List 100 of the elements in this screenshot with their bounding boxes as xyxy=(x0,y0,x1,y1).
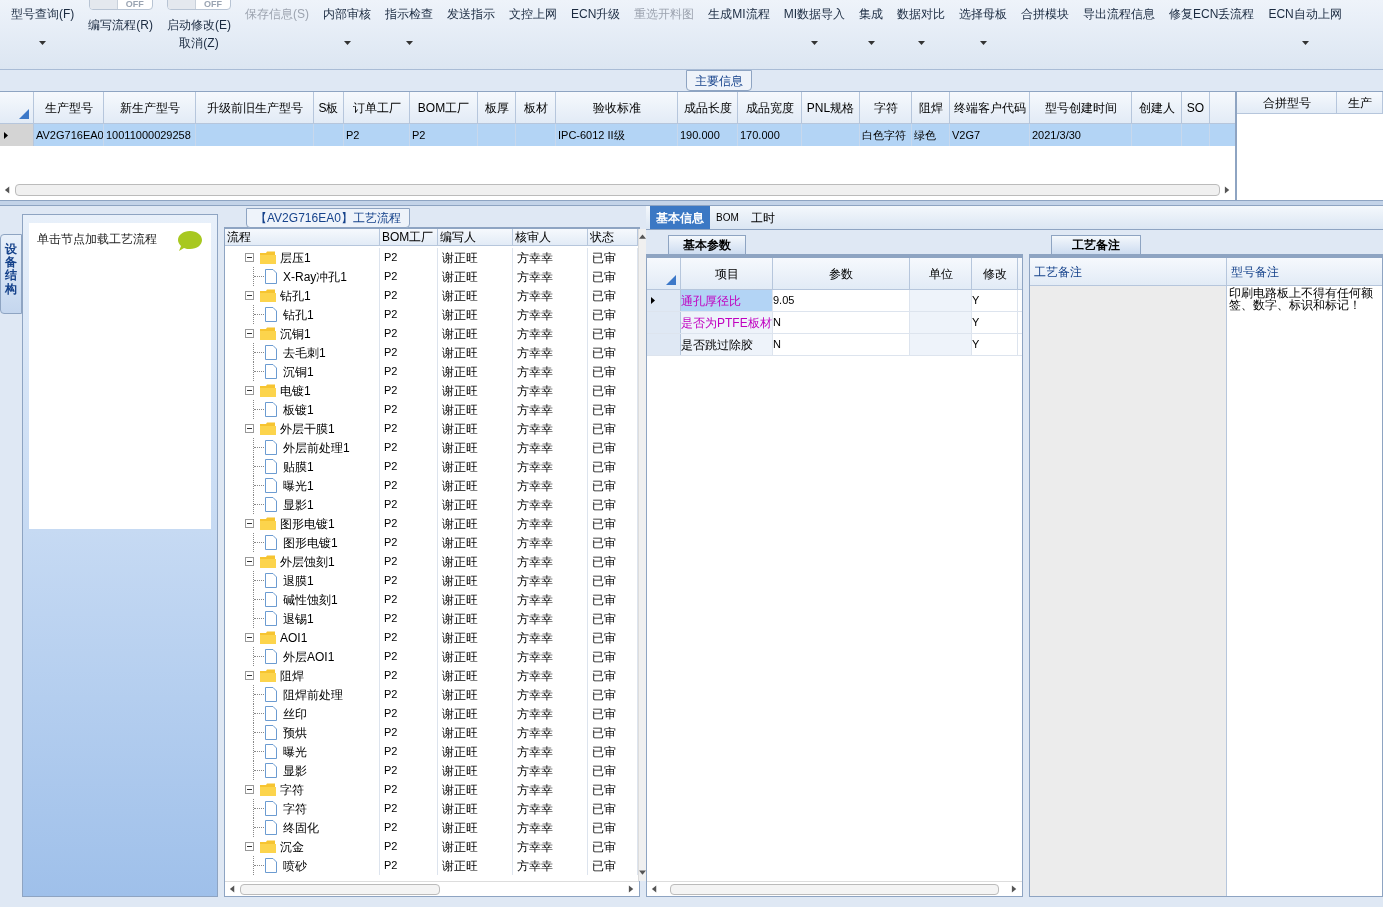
column-header[interactable]: 升级前旧生产型号 xyxy=(196,92,314,123)
tree-node[interactable]: 电镀1 xyxy=(280,381,311,400)
toolbar-button[interactable]: 合拼模块 xyxy=(1021,5,1070,23)
collapse-icon[interactable] xyxy=(245,424,254,433)
section-tab[interactable]: 主要信息 xyxy=(686,70,752,91)
tab[interactable]: 工时 xyxy=(744,206,781,229)
column-header[interactable]: 终端客户代码 xyxy=(950,92,1030,123)
tree-node[interactable]: 外层干膜1 xyxy=(280,419,335,438)
tree-node[interactable]: 板镀1 xyxy=(283,400,314,419)
tree-node[interactable]: 曝光 xyxy=(283,742,307,761)
column-header[interactable]: 验收标准 xyxy=(556,92,678,123)
caret-icon[interactable] xyxy=(343,41,351,45)
tree-node[interactable]: 碱性蚀刻1 xyxy=(283,590,338,609)
toolbar-button[interactable]: MI数据导入 xyxy=(783,5,846,23)
toolbar-button[interactable]: 集成 xyxy=(859,5,884,23)
caret-icon[interactable] xyxy=(979,41,987,45)
column-header[interactable]: 字符 xyxy=(860,92,912,123)
toolbar-button[interactable]: 内部审核 xyxy=(323,5,371,23)
tree-node[interactable]: 钻孔1 xyxy=(280,286,311,305)
column-header[interactable]: 合拼型号 xyxy=(1237,92,1337,113)
collapse-icon[interactable] xyxy=(245,519,254,528)
toolbar-button[interactable]: ECN自动上网 xyxy=(1268,5,1342,23)
toolbar-button[interactable]: 修复ECN丢流程 xyxy=(1169,5,1255,23)
column-header[interactable]: 单位 xyxy=(910,258,972,289)
collapse-icon[interactable] xyxy=(245,253,254,262)
column-header[interactable]: 成品长度 xyxy=(678,92,738,123)
tree-node[interactable]: 喷砂 xyxy=(283,856,307,875)
tree-node[interactable]: 去毛刺1 xyxy=(283,343,326,362)
column-header[interactable]: 生产型号 xyxy=(34,92,104,123)
scroll-arrow-icon[interactable] xyxy=(1011,885,1018,893)
toolbar-button[interactable]: 选择母板 xyxy=(959,5,1008,23)
tree-node[interactable]: 外层AOI1 xyxy=(283,647,335,666)
column-header[interactable]: 板材 xyxy=(516,92,556,123)
tree-node[interactable]: 沉铜1 xyxy=(280,324,311,343)
toolbar-button[interactable]: 编写流程(R) xyxy=(88,16,153,34)
toolbar-button[interactable]: 取消(Z) xyxy=(179,34,219,52)
caret-icon[interactable] xyxy=(810,41,818,45)
toolbar-button[interactable]: 型号查询(F) xyxy=(11,5,75,23)
tree-node[interactable]: 钻孔1 xyxy=(283,305,314,324)
tree-node[interactable]: 丝印 xyxy=(283,704,307,723)
tab[interactable]: BOM xyxy=(710,206,745,229)
tree-node[interactable]: 字符 xyxy=(283,799,307,818)
tree-node[interactable]: 沉铜1 xyxy=(283,362,314,381)
section-tab[interactable]: 基本参数 xyxy=(668,235,746,254)
collapse-icon[interactable] xyxy=(245,557,254,566)
toolbar-button[interactable]: 发送指示 xyxy=(447,5,495,23)
tree-node[interactable]: 退锡1 xyxy=(283,609,314,628)
column-header[interactable]: 创建人 xyxy=(1132,92,1182,123)
column-header[interactable]: 型号创建时间 xyxy=(1030,92,1132,123)
column-header[interactable]: S板 xyxy=(314,92,344,123)
scroll-arrow-icon[interactable] xyxy=(229,885,236,893)
column-header[interactable]: SO xyxy=(1182,92,1210,123)
scroll-arrow-icon[interactable] xyxy=(1224,186,1231,194)
vertical-tab[interactable]: 设备结构 xyxy=(0,234,22,314)
column-header[interactable]: 项目 xyxy=(681,258,773,289)
collapse-icon[interactable] xyxy=(245,329,254,338)
toolbar-button[interactable]: 生成MI流程 xyxy=(708,5,770,23)
column-header[interactable]: 订单工厂 xyxy=(344,92,410,123)
horizontal-scrollbar[interactable] xyxy=(670,883,999,895)
select-all-icon[interactable] xyxy=(19,109,29,119)
caret-icon[interactable] xyxy=(917,41,925,45)
table-cell[interactable]: 是否为PTFE板材 xyxy=(681,312,773,333)
toolbar-button[interactable]: ECN升级 xyxy=(571,5,621,23)
table-cell[interactable]: 是否跳过除胶 xyxy=(681,334,773,355)
column-header[interactable]: 板厚 xyxy=(478,92,516,123)
collapse-icon[interactable] xyxy=(245,291,254,300)
column-header[interactable]: BOM工厂 xyxy=(380,229,438,245)
scroll-arrow-icon[interactable] xyxy=(639,233,646,241)
tree-node[interactable]: 图形电镀1 xyxy=(280,514,335,533)
column-header[interactable]: 生产 xyxy=(1337,92,1383,113)
tree-node[interactable]: X-Ray冲孔1 xyxy=(283,267,347,286)
toolbar-button[interactable]: 启动修改(E) xyxy=(167,16,231,34)
collapse-icon[interactable] xyxy=(245,633,254,642)
column-header[interactable]: 成品宽度 xyxy=(738,92,802,123)
column-header[interactable]: 新生产型号 xyxy=(104,92,196,123)
tree-node[interactable]: 阻焊前处理 xyxy=(283,685,343,704)
tree-node[interactable]: AOI1 xyxy=(280,628,308,647)
column-header[interactable]: 参数 xyxy=(773,258,910,289)
tree-node[interactable]: 预烘 xyxy=(283,723,307,742)
tree-node[interactable]: 终固化 xyxy=(283,818,319,837)
column-header[interactable]: 流程 xyxy=(225,229,380,245)
scroll-arrow-icon[interactable] xyxy=(4,186,11,194)
column-header[interactable]: 编写人 xyxy=(438,229,513,245)
tree-node[interactable]: 退膜1 xyxy=(283,571,314,590)
toolbar-button[interactable]: 指示检查 xyxy=(385,5,433,23)
column-header[interactable]: PNL规格 xyxy=(802,92,860,123)
caret-icon[interactable] xyxy=(1301,41,1309,45)
tree-node[interactable]: 外层前处理1 xyxy=(283,438,350,457)
tree-node[interactable]: 沉金 xyxy=(280,837,304,856)
section-tab[interactable]: 【AV2G716EA0】工艺流程 xyxy=(246,208,410,228)
toolbar-button[interactable]: 导出流程信息 xyxy=(1083,5,1156,23)
toolbar-button[interactable]: 数据对比 xyxy=(897,5,946,23)
horizontal-scrollbar[interactable] xyxy=(240,883,440,895)
select-all-icon[interactable] xyxy=(666,275,676,285)
tree-node[interactable]: 阻焊 xyxy=(280,666,304,685)
column-header[interactable]: 阻焊 xyxy=(912,92,950,123)
tree-node[interactable]: 显影 xyxy=(283,761,307,780)
column-header[interactable]: BOM工厂 xyxy=(410,92,478,123)
vertical-scrollbar[interactable] xyxy=(638,229,646,881)
collapse-icon[interactable] xyxy=(245,386,254,395)
